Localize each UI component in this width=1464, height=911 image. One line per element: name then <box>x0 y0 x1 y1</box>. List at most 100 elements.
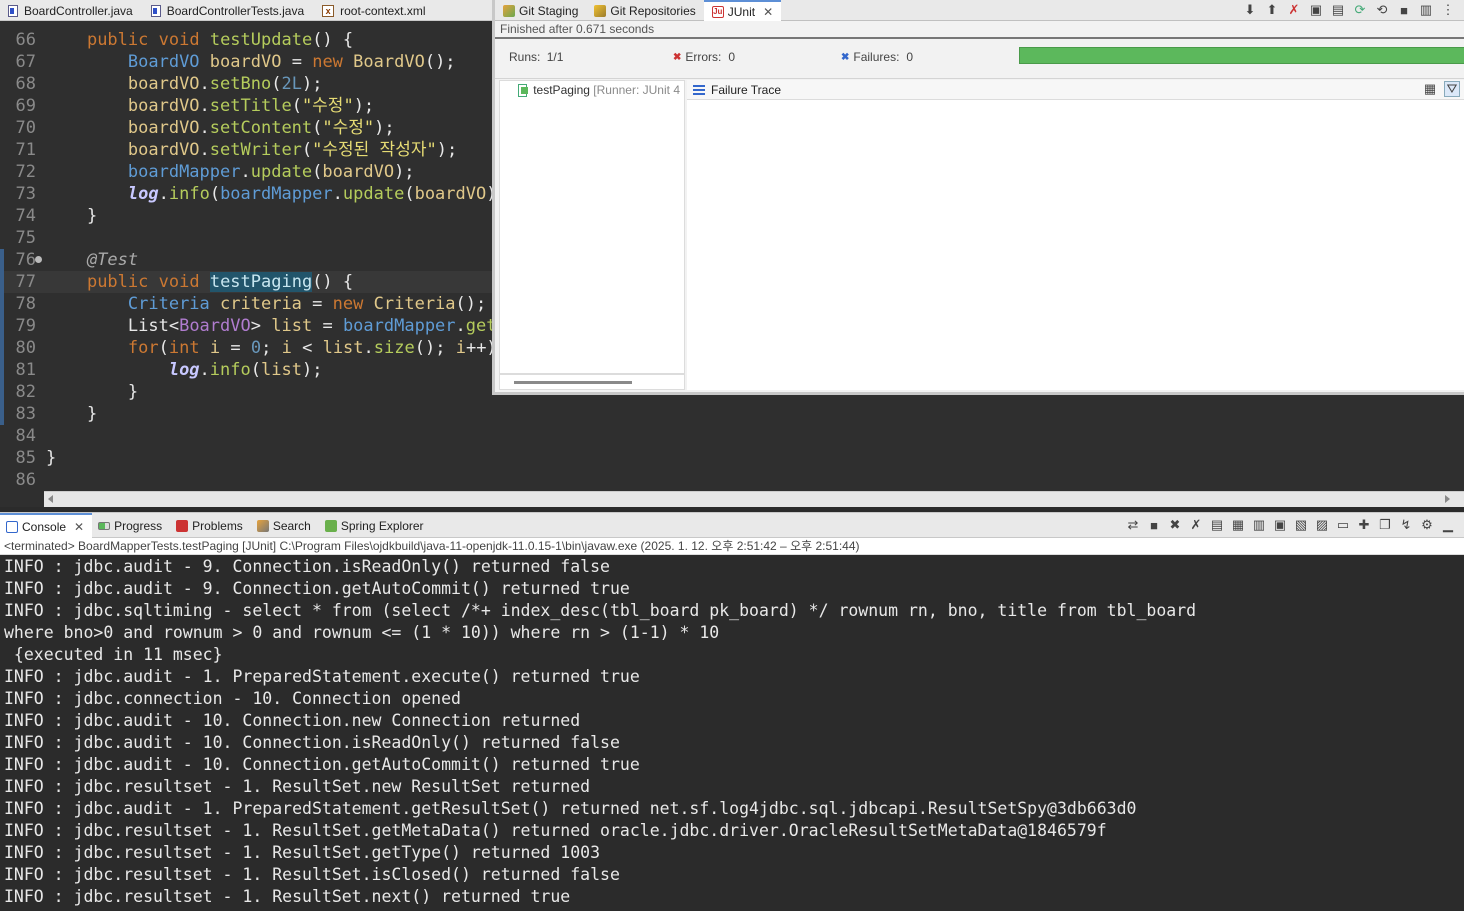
display-console-icon[interactable]: ▭ <box>1335 517 1351 533</box>
tab-spring-explorer[interactable]: Spring Explorer <box>319 513 432 538</box>
code-line[interactable]: 85} <box>0 447 492 469</box>
tab-console[interactable]: Console ✕ <box>0 513 93 538</box>
code-line[interactable]: 70 boardVO.setContent("수정"); <box>0 117 492 139</box>
console-line: INFO : jdbc.audit - 1. PreparedStatement… <box>4 799 1137 818</box>
code-line[interactable]: 80 for(int i = 0; i < list.size(); i++) <box>0 337 492 359</box>
code-line[interactable]: 76 @Test <box>0 249 492 271</box>
code-line[interactable]: 67 BoardVO boardVO = new BoardVO(); <box>0 51 492 73</box>
tree-item-runner: [Runner: JUnit 4 <box>593 83 680 97</box>
tab-git-staging[interactable]: Git Staging <box>495 0 586 21</box>
open-console-icon[interactable]: ✚ <box>1356 517 1372 533</box>
sync-icon[interactable]: ⇄ <box>1125 517 1141 533</box>
code-text: public void testUpdate() { <box>86 30 354 50</box>
scroll-thumb[interactable] <box>514 381 632 384</box>
editor-tab-board-controller[interactable]: BoardController.java <box>0 0 143 21</box>
progress-icon <box>98 521 111 530</box>
remove-all-terminated-icon[interactable]: ✗ <box>1188 517 1204 533</box>
filter-stack-trace-icon[interactable]: ⛛ <box>1444 81 1460 97</box>
code-line[interactable]: 78 Criteria criteria = new Criteria(); / <box>0 293 492 315</box>
view-menu-icon[interactable]: ⋮ <box>1440 2 1456 18</box>
next-failure-icon[interactable]: ⬇ <box>1242 2 1258 18</box>
line-number: 69 <box>15 96 36 116</box>
code-text: boardVO.setContent("수정"); <box>127 118 395 138</box>
scroll-lock-icon[interactable]: ▣ <box>1308 2 1324 18</box>
word-wrap-icon[interactable]: ▥ <box>1251 517 1267 533</box>
pin-console-icon[interactable]: ▨ <box>1314 517 1330 533</box>
junit-status-text: Finished after 0.671 seconds <box>500 22 655 36</box>
editor-tab-root-context[interactable]: x root-context.xml <box>314 0 435 21</box>
clear-console-icon[interactable]: ▤ <box>1209 517 1225 533</box>
code-line[interactable]: 74 } <box>0 205 492 227</box>
line-number: 82 <box>15 382 36 402</box>
test-layout-icon[interactable]: ▤ <box>1330 2 1346 18</box>
test-run-history-icon[interactable]: ▥ <box>1418 2 1434 18</box>
show-failures-only-icon[interactable]: ✗ <box>1286 2 1302 18</box>
tab-search[interactable]: Search <box>251 513 319 538</box>
tab-progress[interactable]: Progress <box>92 513 170 538</box>
rerun-test-icon[interactable]: ⟳ <box>1352 2 1368 18</box>
code-line[interactable]: 71 boardVO.setWriter("수정된 작성자"); <box>0 139 492 161</box>
code-editor[interactable]: 66 public void testUpdate() {67 BoardVO … <box>0 21 492 491</box>
code-line[interactable]: 77 public void testPaging() { <box>0 271 492 293</box>
link-icon[interactable]: ↯ <box>1398 517 1414 533</box>
editor-tab-bar: BoardController.java BoardControllerTest… <box>0 0 494 21</box>
code-editor-empty-area[interactable] <box>492 395 1464 491</box>
console-icon <box>6 520 18 533</box>
rerun-failed-first-icon[interactable]: ⟲ <box>1374 2 1390 18</box>
code-text: log.info(boardMapper.update(boardVO) <box>127 184 492 204</box>
code-line[interactable]: 72 boardMapper.update(boardVO); <box>0 161 492 183</box>
tab-git-repositories[interactable]: Git Repositories <box>586 0 703 21</box>
java-file-icon <box>150 4 161 17</box>
code-line[interactable]: 69 boardVO.setTitle("수정"); <box>0 95 492 117</box>
line-number: 71 <box>15 140 36 160</box>
stop-icon[interactable]: ■ <box>1396 2 1412 18</box>
editor-tab-label: BoardController.java <box>24 3 133 18</box>
show-on-output-icon[interactable]: ▣ <box>1272 517 1288 533</box>
console-output[interactable]: INFO : jdbc.audit - 9. Connection.isRead… <box>0 556 1464 911</box>
console-line: INFO : jdbc.audit - 9. Connection.isRead… <box>4 557 610 576</box>
code-text: } <box>86 404 98 424</box>
code-line[interactable]: 66 public void testUpdate() { <box>0 29 492 51</box>
close-icon[interactable]: ✕ <box>763 5 773 19</box>
code-text: List<BoardVO> list = boardMapper.getL <box>127 316 492 336</box>
code-line[interactable]: 79 List<BoardVO> list = boardMapper.getL <box>0 315 492 337</box>
code-line[interactable]: 82 } <box>0 381 492 403</box>
code-line[interactable]: 83 } <box>0 403 492 425</box>
tab-junit[interactable]: Ju JUnit ✕ <box>703 0 782 21</box>
failures-value: 0 <box>906 50 914 64</box>
fold-toggle-icon[interactable] <box>35 256 42 263</box>
tab-problems[interactable]: Problems <box>170 513 251 538</box>
console-line: INFO : jdbc.audit - 10. Connection.new C… <box>4 711 581 730</box>
console-line: where bno>0 and rownum > 0 and rownum <=… <box>4 623 720 642</box>
copy-icon[interactable]: ❐ <box>1377 517 1393 533</box>
editor-tab-label: root-context.xml <box>340 3 426 18</box>
close-icon[interactable]: ✕ <box>74 520 84 534</box>
scroll-lock-icon[interactable]: ▦ <box>1230 517 1246 533</box>
compare-result-icon[interactable]: ▦ <box>1422 81 1438 97</box>
console-line: INFO : jdbc.audit - 10. Connection.isRea… <box>4 733 620 752</box>
code-line[interactable]: 68 boardVO.setBno(2L); <box>0 73 492 95</box>
code-line[interactable]: 81 log.info(list); <box>0 359 492 381</box>
minimize-icon[interactable]: ▁ <box>1440 517 1456 533</box>
code-line[interactable]: 84 <box>0 425 492 447</box>
tree-horizontal-scrollbar[interactable] <box>499 374 685 390</box>
scroll-left-icon[interactable] <box>48 495 53 503</box>
show-on-error-icon[interactable]: ▧ <box>1293 517 1309 533</box>
editor-tab-label: BoardControllerTests.java <box>166 3 305 18</box>
code-line[interactable]: 73 log.info(boardMapper.update(boardVO) <box>0 183 492 205</box>
runs-value: 1/1 <box>546 50 564 64</box>
code-line[interactable]: 75 <box>0 227 492 249</box>
code-text: } <box>127 382 139 402</box>
editor-tab-board-controller-tests[interactable]: BoardControllerTests.java <box>143 0 314 21</box>
test-results-tree[interactable]: testPaging [Runner: JUnit 4 <box>499 80 685 374</box>
scroll-right-icon[interactable] <box>1445 495 1450 503</box>
terminate-icon[interactable]: ■ <box>1146 517 1162 533</box>
tree-item-test-paging[interactable]: testPaging [Runner: JUnit 4 <box>500 81 684 97</box>
editor-horizontal-scrollbar[interactable] <box>44 491 1464 507</box>
code-line[interactable]: 86 <box>0 469 492 491</box>
settings-icon[interactable]: ⚙ <box>1419 517 1435 533</box>
previous-failure-icon[interactable]: ⬆ <box>1264 2 1280 18</box>
remove-launch-icon[interactable]: ✖ <box>1167 517 1183 533</box>
line-number: 83 <box>15 404 36 424</box>
failure-trace-pane[interactable]: Failure Trace ▦ ⛛ <box>687 80 1464 390</box>
